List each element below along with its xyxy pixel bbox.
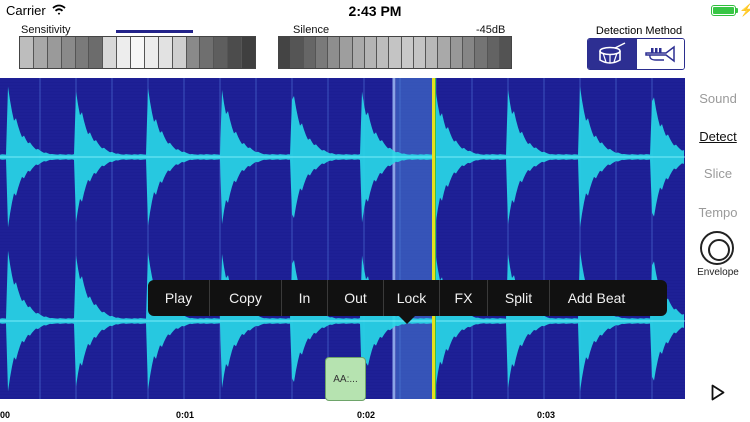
sil-meter-segment — [303, 37, 316, 68]
status-time: 2:43 PM — [348, 3, 402, 19]
context-menu: Play Copy In Out Lock FX Split Add Beat — [148, 280, 667, 316]
context-menu-item-split[interactable]: Split — [488, 280, 550, 316]
sens-meter-segment — [103, 37, 118, 68]
sil-meter-segment — [450, 37, 463, 68]
sens-meter-segment — [186, 37, 201, 68]
sil-meter-segment — [413, 37, 427, 68]
sil-meter-segment — [475, 37, 488, 68]
waveform-view[interactable] — [0, 78, 685, 399]
trumpet-option[interactable] — [635, 39, 684, 69]
sens-meter-segment — [75, 37, 90, 68]
sens-meter-segment — [33, 37, 48, 68]
detection-method-label: Detection Method — [595, 25, 683, 37]
sens-meter-segment — [214, 37, 229, 68]
silence-label: Silence — [293, 24, 330, 36]
charging-bolt-icon: ⚡ — [739, 3, 750, 17]
side-item-sound[interactable]: Sound — [690, 91, 746, 106]
sens-meter-segment — [200, 37, 215, 68]
sensitivity-indicator[interactable] — [116, 30, 193, 33]
sil-meter-segment — [389, 37, 402, 68]
context-menu-item-play[interactable]: Play — [148, 280, 210, 316]
sens-meter-segment — [131, 37, 145, 68]
timeline-label-2: 0:02 — [357, 410, 376, 420]
context-menu-item-in[interactable]: In — [282, 280, 328, 316]
beat-marker-tag[interactable]: AA:... — [325, 357, 366, 401]
sens-meter-segment — [20, 37, 34, 68]
sensitivity-slider[interactable] — [19, 36, 256, 69]
sens-meter-segment — [144, 37, 159, 68]
sil-meter-segment — [426, 37, 439, 68]
sil-meter-segment — [499, 37, 512, 68]
drum-icon — [598, 42, 626, 64]
sil-meter-segment — [401, 37, 414, 68]
context-menu-item-lock[interactable]: Lock — [384, 280, 440, 316]
sens-meter-segment — [89, 37, 104, 68]
sens-meter-segment — [158, 37, 173, 68]
side-item-slice[interactable]: Slice — [690, 166, 746, 181]
context-menu-pointer — [399, 316, 415, 324]
sens-meter-segment — [47, 37, 62, 68]
silence-slider[interactable] — [278, 36, 512, 69]
drum-option[interactable] — [588, 39, 636, 69]
timeline-label-3: 0:03 — [537, 410, 556, 420]
sil-meter-segment — [328, 37, 341, 68]
battery-icon — [711, 5, 736, 16]
context-menu-item-add-beat[interactable]: Add Beat — [550, 280, 643, 316]
side-item-tempo[interactable]: Tempo — [690, 205, 746, 220]
sil-meter-segment — [291, 37, 304, 68]
sensitivity-label: Sensitivity — [21, 24, 71, 36]
battery-tip — [736, 8, 738, 13]
envelope-icon[interactable] — [700, 231, 734, 265]
side-item-detect[interactable]: Detect — [690, 129, 746, 144]
sil-meter-segment — [352, 37, 365, 68]
waveform-canvas — [0, 78, 685, 399]
sil-meter-segment — [462, 37, 476, 68]
trumpet-icon — [645, 45, 675, 63]
envelope-label: Envelope — [697, 267, 739, 278]
context-menu-item-fx[interactable]: FX — [440, 280, 488, 316]
sens-meter-segment — [172, 37, 187, 68]
sil-meter-segment — [438, 37, 451, 68]
context-menu-item-out[interactable]: Out — [328, 280, 384, 316]
status-bar: Carrier 2:43 PM ⚡ — [0, 0, 750, 22]
sens-meter-segment — [242, 37, 255, 68]
sens-meter-segment — [61, 37, 76, 68]
sil-meter-segment — [340, 37, 353, 68]
sil-meter-segment — [487, 37, 500, 68]
timeline-label-0: 00 — [0, 410, 11, 420]
sil-meter-segment — [364, 37, 378, 68]
sil-meter-segment — [315, 37, 329, 68]
silence-value: -45dB — [476, 24, 506, 36]
sens-meter-segment — [228, 37, 242, 68]
play-icon[interactable] — [711, 384, 725, 401]
context-menu-item-copy[interactable]: Copy — [210, 280, 282, 316]
detection-method-switch[interactable] — [587, 38, 685, 70]
sil-meter-segment — [279, 37, 292, 68]
timeline-label-1: 0:01 — [176, 410, 195, 420]
sil-meter-segment — [377, 37, 390, 68]
sens-meter-segment — [117, 37, 131, 68]
